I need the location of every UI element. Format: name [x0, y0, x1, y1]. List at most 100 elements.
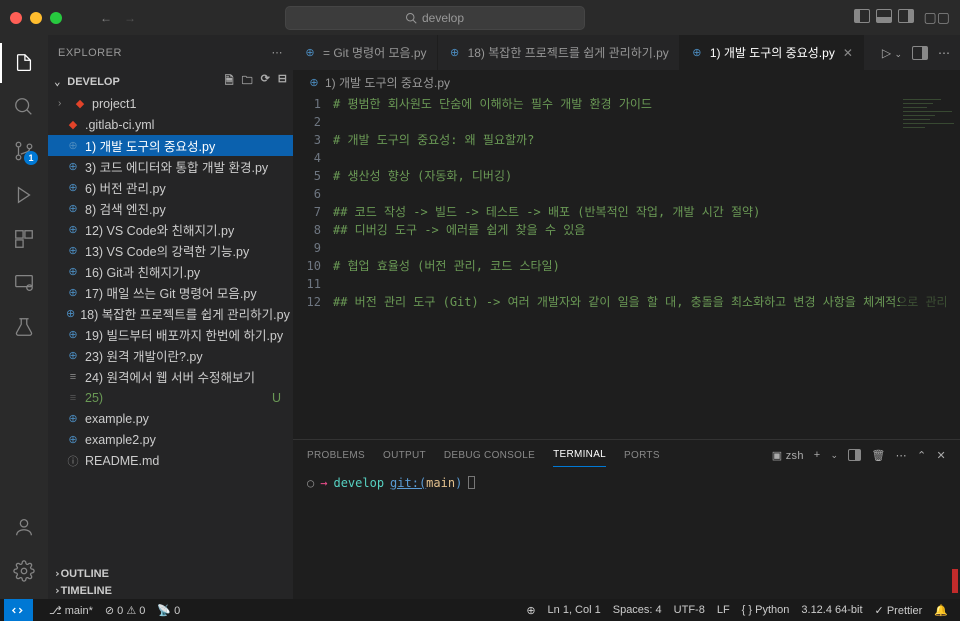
toggle-panel-icon[interactable] [876, 9, 892, 23]
terminal-dropdown-icon[interactable]: ⌄ [831, 450, 839, 461]
collapse-all-icon[interactable]: ⊟ [278, 72, 287, 91]
activity-settings[interactable] [0, 551, 48, 591]
status-notifications-icon[interactable]: 🔔 [934, 604, 948, 617]
tree-file[interactable]: ⊕13) VS Code의 강력한 기능.py [48, 240, 293, 261]
panel-tab-terminal[interactable]: TERMINAL [553, 443, 606, 467]
new-file-icon[interactable]: 🗎 [225, 72, 234, 91]
activity-accounts[interactable] [0, 507, 48, 547]
run-button[interactable]: ▷ ⌄ [882, 46, 902, 60]
panel-tab-ports[interactable]: PORTS [624, 444, 660, 467]
close-tab-icon[interactable]: ✕ [843, 46, 853, 60]
status-branch[interactable]: ⎇ main* [49, 604, 93, 617]
tab-label: 1) 개발 도구의 중요성.py [710, 44, 835, 61]
tree-file[interactable]: ⊕3) 코드 에디터와 통합 개발 환경.py [48, 156, 293, 177]
split-terminal-icon[interactable] [848, 449, 861, 461]
close-window-button[interactable] [10, 12, 22, 24]
tree-file[interactable]: ⊕12) VS Code와 친해지기.py [48, 219, 293, 240]
minimize-window-button[interactable] [30, 12, 42, 24]
activity-remote-explorer[interactable] [0, 263, 48, 303]
activity-search[interactable] [0, 87, 48, 127]
terminal[interactable]: ○ → develop git:(main) [293, 470, 960, 599]
tree-file[interactable]: ⓘREADME.md [48, 450, 293, 471]
status-language[interactable]: { } Python [742, 604, 790, 616]
tree-file[interactable]: ⊕18) 복잡한 프로젝트를 쉽게 관리하기.py [48, 303, 293, 324]
kill-terminal-icon[interactable]: 🗑 [871, 449, 885, 462]
activity-testing[interactable] [0, 307, 48, 347]
status-eol[interactable]: LF [717, 604, 730, 616]
file-label: 23) 원격 개발이란?.py [85, 346, 203, 365]
tree-file[interactable]: ⊕16) Git과 친해지기.py [48, 261, 293, 282]
scm-badge: 1 [24, 151, 38, 165]
tree-file[interactable]: ⊕example.py [48, 408, 293, 429]
status-bar: ⎇ main* ⊘ 0 ⚠ 0 📡 0 ⊕ Ln 1, Col 1 Spaces… [0, 599, 960, 621]
nav-forward-icon[interactable]: → [124, 11, 136, 25]
panel-close-icon[interactable]: ✕ [936, 449, 946, 462]
python-icon: ⊕ [307, 76, 321, 89]
terminal-decoration [952, 569, 958, 593]
tree-file[interactable]: ⊕example2.py [48, 429, 293, 450]
status-ports[interactable]: 📡 0 [157, 604, 180, 617]
tree-file[interactable]: ⊕1) 개발 도구의 중요성.py [48, 135, 293, 156]
tree-file[interactable]: ⊕23) 원격 개발이란?.py [48, 345, 293, 366]
nav-back-icon[interactable]: ← [100, 11, 112, 25]
sidebar-more-icon[interactable]: ⋯ [272, 46, 284, 59]
editor-body[interactable]: 1 2 3 4 5 6 7 8 9 10 11 12 # 평범한 회사원도 단숨… [293, 95, 960, 439]
folder-section-header[interactable]: ⌄ DEVELOP 🗎 🗀 ⟳ ⊟ [48, 70, 293, 93]
panel-tab-debug[interactable]: DEBUG CONSOLE [444, 444, 535, 467]
tree-folder-project1[interactable]: ›◆project1 [48, 93, 293, 114]
panel-more-icon[interactable]: ⋯ [896, 449, 907, 462]
tab-more-icon[interactable]: ⋯ [938, 46, 950, 60]
new-folder-icon[interactable]: 🗀 [242, 72, 253, 91]
file-label: example2.py [85, 433, 156, 447]
remote-button[interactable] [4, 599, 33, 621]
editor-tab[interactable]: ⊕= Git 명령어 모음.py [293, 35, 438, 70]
new-terminal-icon[interactable]: + [814, 449, 821, 461]
maximize-window-button[interactable] [50, 12, 62, 24]
file-label: 6) 버전 관리.py [85, 178, 166, 197]
activity-bar: 1 [0, 35, 48, 599]
command-center-search[interactable]: develop [285, 6, 585, 30]
outline-section[interactable]: › OUTLINE [48, 565, 293, 582]
panel-tab-problems[interactable]: PROBLEMS [307, 444, 365, 467]
terminal-profile[interactable]: ▣ zsh [772, 449, 804, 462]
panel-maximize-icon[interactable]: ⌃ [917, 449, 927, 462]
activity-source-control[interactable]: 1 [0, 131, 48, 171]
minimap[interactable] [900, 95, 960, 439]
panel-tab-output[interactable]: OUTPUT [383, 444, 426, 467]
status-problems[interactable]: ⊘ 0 ⚠ 0 [105, 604, 146, 617]
status-indent-guide-icon[interactable]: ⊕ [526, 604, 535, 617]
customize-layout-icon[interactable]: ▢▢ [924, 9, 950, 26]
file-label: 3) 코드 에디터와 통합 개발 환경.py [85, 157, 268, 176]
toggle-secondary-sidebar-icon[interactable] [898, 9, 914, 23]
tree-file[interactable]: ◆.gitlab-ci.yml [48, 114, 293, 135]
refresh-icon[interactable]: ⟳ [261, 72, 270, 91]
tree-file[interactable]: ⊕6) 버전 관리.py [48, 177, 293, 198]
status-prettier[interactable]: ✓ Prettier [875, 604, 923, 617]
folder-name: DEVELOP [67, 76, 120, 88]
titlebar: ← → develop ▢▢ [0, 0, 960, 35]
editor-tab[interactable]: ⊕18) 복잡한 프로젝트를 쉽게 관리하기.py [438, 35, 680, 70]
status-interpreter[interactable]: 3.12.4 64-bit [801, 604, 862, 616]
activity-run-debug[interactable] [0, 175, 48, 215]
editor-tab[interactable]: ⊕1) 개발 도구의 중요성.py✕ [680, 35, 864, 70]
tree-file[interactable]: ≡24) 원격에서 웹 서버 수정해보기 [48, 366, 293, 387]
status-cursor[interactable]: Ln 1, Col 1 [548, 604, 601, 616]
prompt-cwd: develop [333, 476, 384, 490]
editor-tabs: ⊕= Git 명령어 모음.py⊕18) 복잡한 프로젝트를 쉽게 관리하기.p… [293, 35, 960, 70]
toggle-primary-sidebar-icon[interactable] [854, 9, 870, 23]
tree-file[interactable]: ≡25)U [48, 387, 293, 408]
tree-file[interactable]: ⊕17) 매일 쓰는 Git 명령어 모음.py [48, 282, 293, 303]
bottom-panel: PROBLEMS OUTPUT DEBUG CONSOLE TERMINAL P… [293, 439, 960, 599]
tree-file[interactable]: ⊕19) 빌드부터 배포까지 한번에 하기.py [48, 324, 293, 345]
status-spaces[interactable]: Spaces: 4 [613, 604, 662, 616]
file-label: 16) Git과 친해지기.py [85, 262, 200, 281]
timeline-section[interactable]: › TIMELINE [48, 582, 293, 599]
split-editor-icon[interactable] [912, 46, 928, 60]
activity-explorer[interactable] [0, 43, 48, 83]
python-icon: ⊕ [448, 46, 462, 59]
breadcrumb[interactable]: ⊕ 1) 개발 도구의 중요성.py [293, 70, 960, 95]
status-encoding[interactable]: UTF-8 [674, 604, 705, 616]
activity-extensions[interactable] [0, 219, 48, 259]
traffic-lights [10, 12, 62, 24]
tree-file[interactable]: ⊕8) 검색 엔진.py [48, 198, 293, 219]
